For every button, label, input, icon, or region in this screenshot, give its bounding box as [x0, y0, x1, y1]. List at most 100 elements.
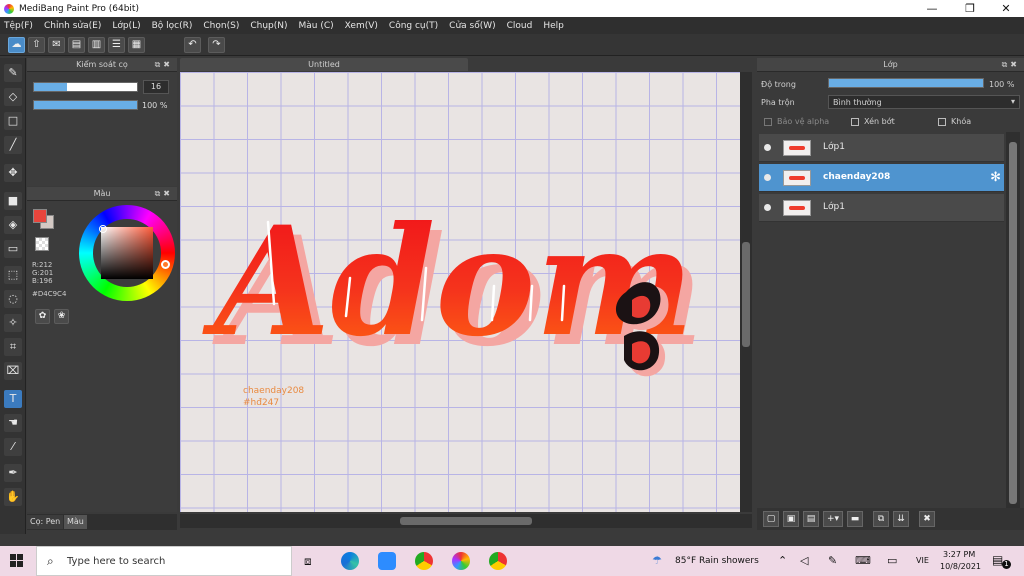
color-wheel[interactable] [79, 205, 175, 301]
lock-checkbox[interactable] [938, 118, 946, 126]
layer-opacity-slider[interactable] [828, 78, 984, 88]
lasso-tool-icon[interactable]: ◌ [4, 290, 22, 308]
menu-layer[interactable]: Lớp(L) [112, 21, 140, 31]
operation-tool-icon[interactable]: ☚ [4, 414, 22, 432]
select-pen-tool-icon[interactable]: ⌗ [4, 338, 22, 356]
clipping-checkbox[interactable] [851, 118, 859, 126]
layer-list-scrollbar[interactable] [1006, 132, 1020, 510]
layer-row[interactable]: Lớp1 [759, 194, 1004, 222]
canvas-vertical-scrollbar[interactable] [740, 72, 752, 512]
gradient-tool-icon[interactable]: ▭ [4, 240, 22, 258]
redo-icon[interactable]: ↷ [208, 37, 225, 53]
brush-size-slider[interactable] [33, 82, 138, 92]
visibility-icon[interactable] [764, 174, 771, 181]
document-icon[interactable]: ▥ [88, 37, 105, 53]
zoom-app-icon[interactable] [378, 552, 396, 570]
gear-icon[interactable]: ✻ [990, 170, 1001, 185]
transparent-color-swatch[interactable] [35, 237, 49, 251]
add-layer-menu-icon[interactable]: +▾ [823, 511, 843, 527]
canvas[interactable]: Adom Adom chaenday208 #hđ247 [180, 72, 740, 512]
undo-icon[interactable]: ↶ [184, 37, 201, 53]
brush-size-value[interactable]: 16 [143, 80, 169, 94]
chrome-icon[interactable] [415, 552, 433, 570]
canvas-horizontal-scroll-thumb[interactable] [400, 517, 532, 525]
select-rect-tool-icon[interactable]: ⬚ [4, 266, 22, 284]
menu-file[interactable]: Tệp(F) [4, 21, 33, 31]
color-settings-icon[interactable]: ❀ [54, 309, 69, 324]
panel-window-icons[interactable]: ⧉✖ [155, 58, 173, 72]
saturation-value-square[interactable] [101, 227, 153, 279]
hue-cursor[interactable] [161, 260, 170, 269]
list-icon[interactable]: ☰ [108, 37, 125, 53]
canvas-tab[interactable]: Untitled [180, 58, 468, 71]
canvas-vertical-scroll-thumb[interactable] [742, 242, 750, 347]
blend-mode-select[interactable]: Bình thường ▾ [828, 95, 1020, 109]
menu-edit[interactable]: Chỉnh sửa(E) [44, 21, 101, 31]
move-tool-icon[interactable]: ✥ [4, 164, 22, 182]
task-view-icon[interactable]: ⧈ [304, 554, 312, 569]
tab-brush[interactable]: Cọ: Pen [27, 515, 64, 529]
visibility-icon[interactable] [764, 144, 771, 151]
menu-help[interactable]: Help [543, 21, 564, 31]
menu-window[interactable]: Cửa sổ(W) [449, 21, 495, 31]
brush-opacity-slider[interactable] [33, 100, 138, 110]
medibang-taskbar-icon[interactable] [452, 552, 470, 570]
fill-rect-tool-icon[interactable]: ■ [4, 192, 22, 210]
minimize-button[interactable]: — [914, 0, 950, 17]
keyboard-icon[interactable]: ⌨ [855, 554, 871, 567]
rectangle-tool-icon[interactable]: □ [4, 112, 22, 130]
bucket-tool-icon[interactable]: ◈ [4, 216, 22, 234]
sv-cursor[interactable] [99, 225, 107, 233]
new-layer-icon[interactable]: ▢ [763, 511, 779, 527]
grid-icon[interactable]: ▦ [128, 37, 145, 53]
trash-icon[interactable]: ✖ [919, 511, 935, 527]
menu-view[interactable]: Xem(V) [345, 21, 378, 31]
panel-window-icons[interactable]: ⧉✖ [1002, 58, 1020, 72]
tab-color[interactable]: Màu [64, 515, 87, 529]
edge-browser-icon[interactable] [341, 552, 359, 570]
chat-icon[interactable]: ▤ [68, 37, 85, 53]
input-language[interactable]: VIE [916, 556, 929, 565]
folder-icon[interactable]: ▬ [847, 511, 863, 527]
pen-icon[interactable]: ✎ [828, 554, 837, 567]
duplicate-layer-icon[interactable]: ⧉ [873, 511, 889, 527]
hand-tool-icon[interactable]: ✋ [4, 488, 22, 506]
layer-row[interactable]: Lớp1 [759, 134, 1004, 162]
taskbar-search[interactable]: ⌕ Type here to search [36, 546, 292, 576]
cloud-icon[interactable]: ☁ [8, 37, 25, 53]
brush-tool-icon[interactable]: ✎ [4, 64, 22, 82]
maximize-button[interactable]: ❐ [952, 0, 988, 17]
primary-color-swatch[interactable] [33, 209, 47, 223]
palette-icon[interactable]: ✿ [35, 309, 50, 324]
select-eraser-tool-icon[interactable]: ⌧ [4, 362, 22, 380]
menu-cloud[interactable]: Cloud [507, 21, 533, 31]
menu-tools[interactable]: Công cụ(T) [389, 21, 438, 31]
eyedropper-tool-icon[interactable]: ✒ [4, 464, 22, 482]
panel-window-icons[interactable]: ⧉✖ [155, 187, 173, 201]
eraser-tool-icon[interactable]: ◇ [4, 88, 22, 106]
menu-select[interactable]: Chọn(S) [203, 21, 239, 31]
layer-row-selected[interactable]: chaenday208 ✻ [759, 164, 1004, 192]
text-tool-icon[interactable]: T [4, 390, 22, 408]
menu-color[interactable]: Màu (C) [299, 21, 334, 31]
monitor-icon[interactable]: ▭ [887, 554, 897, 567]
windows-start-icon[interactable] [10, 554, 24, 568]
new-8bit-layer-icon[interactable]: ▤ [803, 511, 819, 527]
new-halftone-layer-icon[interactable]: ▣ [783, 511, 799, 527]
chevron-up-icon[interactable]: ⌃ [778, 554, 787, 567]
clock-time[interactable]: 3:27 PM [943, 550, 975, 559]
menu-filter[interactable]: Bộ lọc(R) [152, 21, 193, 31]
chrome-profile-icon[interactable] [489, 552, 507, 570]
menu-snap[interactable]: Chụp(N) [250, 21, 287, 31]
merge-layer-icon[interactable]: ⇊ [893, 511, 909, 527]
canvas-horizontal-scrollbar[interactable] [180, 514, 752, 528]
magic-wand-tool-icon[interactable]: ✧ [4, 314, 22, 332]
protect-alpha-checkbox[interactable] [764, 118, 772, 126]
volume-icon[interactable]: ◁ [800, 554, 808, 567]
comment-icon[interactable]: ✉ [48, 37, 65, 53]
upload-icon[interactable]: ⇧ [28, 37, 45, 53]
clock-date[interactable]: 10/8/2021 [940, 562, 981, 571]
close-button[interactable]: ✕ [988, 0, 1024, 17]
dropper-tool-icon[interactable]: ⁄ [4, 438, 22, 456]
layer-list-scroll-thumb[interactable] [1009, 142, 1017, 504]
